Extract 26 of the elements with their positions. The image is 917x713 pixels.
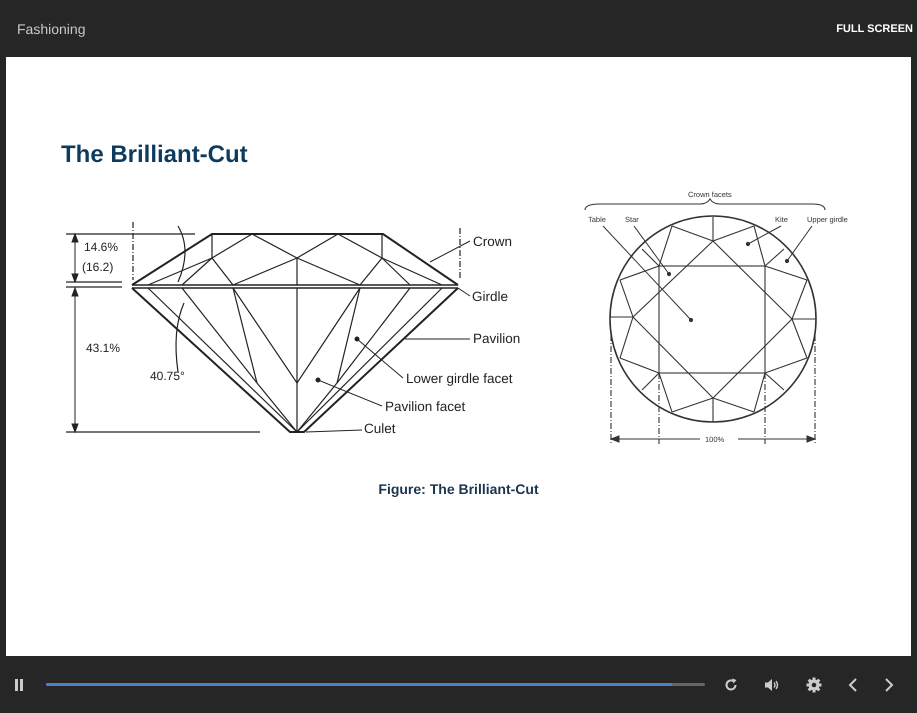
- diagram-label: 40.75°: [150, 369, 185, 383]
- leader-line: [746, 226, 782, 246]
- figure-caption: Figure: The Brilliant-Cut: [377, 481, 540, 497]
- settings-icon: [806, 676, 822, 692]
- chevron-left-icon: [848, 676, 858, 692]
- diagram-label: Pavilion facet: [385, 399, 466, 414]
- diagram-label: Pavilion: [473, 331, 520, 346]
- dimension-arrow: [71, 232, 79, 284]
- slide-title: The Brilliant-Cut: [61, 140, 249, 170]
- chevron-right-icon: [884, 676, 894, 692]
- diagram-label: (16.2): [82, 260, 114, 274]
- pause-icon: [14, 678, 24, 690]
- full-screen-button[interactable]: FULL SCREEN: [836, 22, 913, 34]
- diagram-label: Girdle: [472, 289, 508, 304]
- diagram-label: 14.6%: [84, 240, 118, 254]
- leader-line: [458, 288, 470, 296]
- leader-line: [306, 430, 362, 432]
- replay-icon: [724, 678, 738, 692]
- diagram-label: Culet: [364, 421, 396, 436]
- diagram-label: Crown: [473, 234, 512, 249]
- diagram-label: 43.1%: [86, 341, 120, 355]
- diagram-label: Lower girdle facet: [406, 371, 513, 386]
- leader-line: [784, 226, 812, 264]
- speaker-icon: [764, 678, 780, 692]
- leader-line: [430, 240, 470, 262]
- course-title: Fashioning: [17, 20, 86, 36]
